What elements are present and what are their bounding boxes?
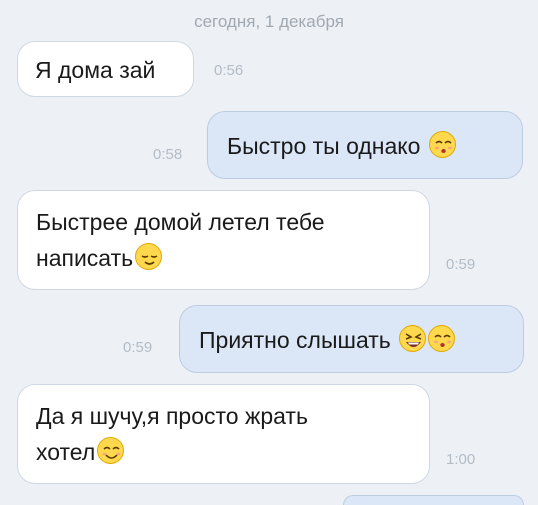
message-text: написать	[36, 245, 134, 271]
message-timestamp: 0:59	[446, 256, 476, 273]
message-bubble-incoming[interactable]: Я дома зай	[17, 41, 194, 97]
message-timestamp: 0:58	[153, 146, 183, 163]
message-bubble-incoming[interactable]: Быстрее домой летел тебе написать	[17, 190, 430, 290]
message-timestamp: 0:59	[123, 339, 153, 356]
relieved-face-emoji	[135, 243, 163, 270]
message-timestamp: 0:56	[214, 62, 244, 79]
message-text: хотел	[36, 439, 96, 465]
message-text: Приятно слышать	[199, 327, 391, 353]
kissing-closed-eyes-emoji	[428, 325, 456, 352]
smiling-face-emoji	[97, 437, 125, 464]
kissing-closed-eyes-emoji	[428, 131, 456, 158]
message-text: Быстро ты однако	[227, 133, 421, 159]
message-bubble-outgoing-partial[interactable]	[343, 495, 524, 505]
message-bubble-outgoing[interactable]: Приятно слышать	[179, 305, 524, 373]
laughing-face-emoji	[399, 325, 427, 352]
date-divider: сегодня, 1 декабря	[194, 12, 344, 31]
message-text: Да я шучу,я просто жрать	[36, 403, 308, 429]
message-text: Быстрее домой летел тебе	[36, 209, 325, 235]
message-text: Я дома зай	[35, 57, 156, 83]
message-bubble-outgoing[interactable]: Быстро ты однако	[207, 111, 523, 179]
message-bubble-incoming[interactable]: Да я шучу,я просто жрать хотел	[17, 384, 430, 484]
message-timestamp: 1:00	[446, 451, 476, 468]
